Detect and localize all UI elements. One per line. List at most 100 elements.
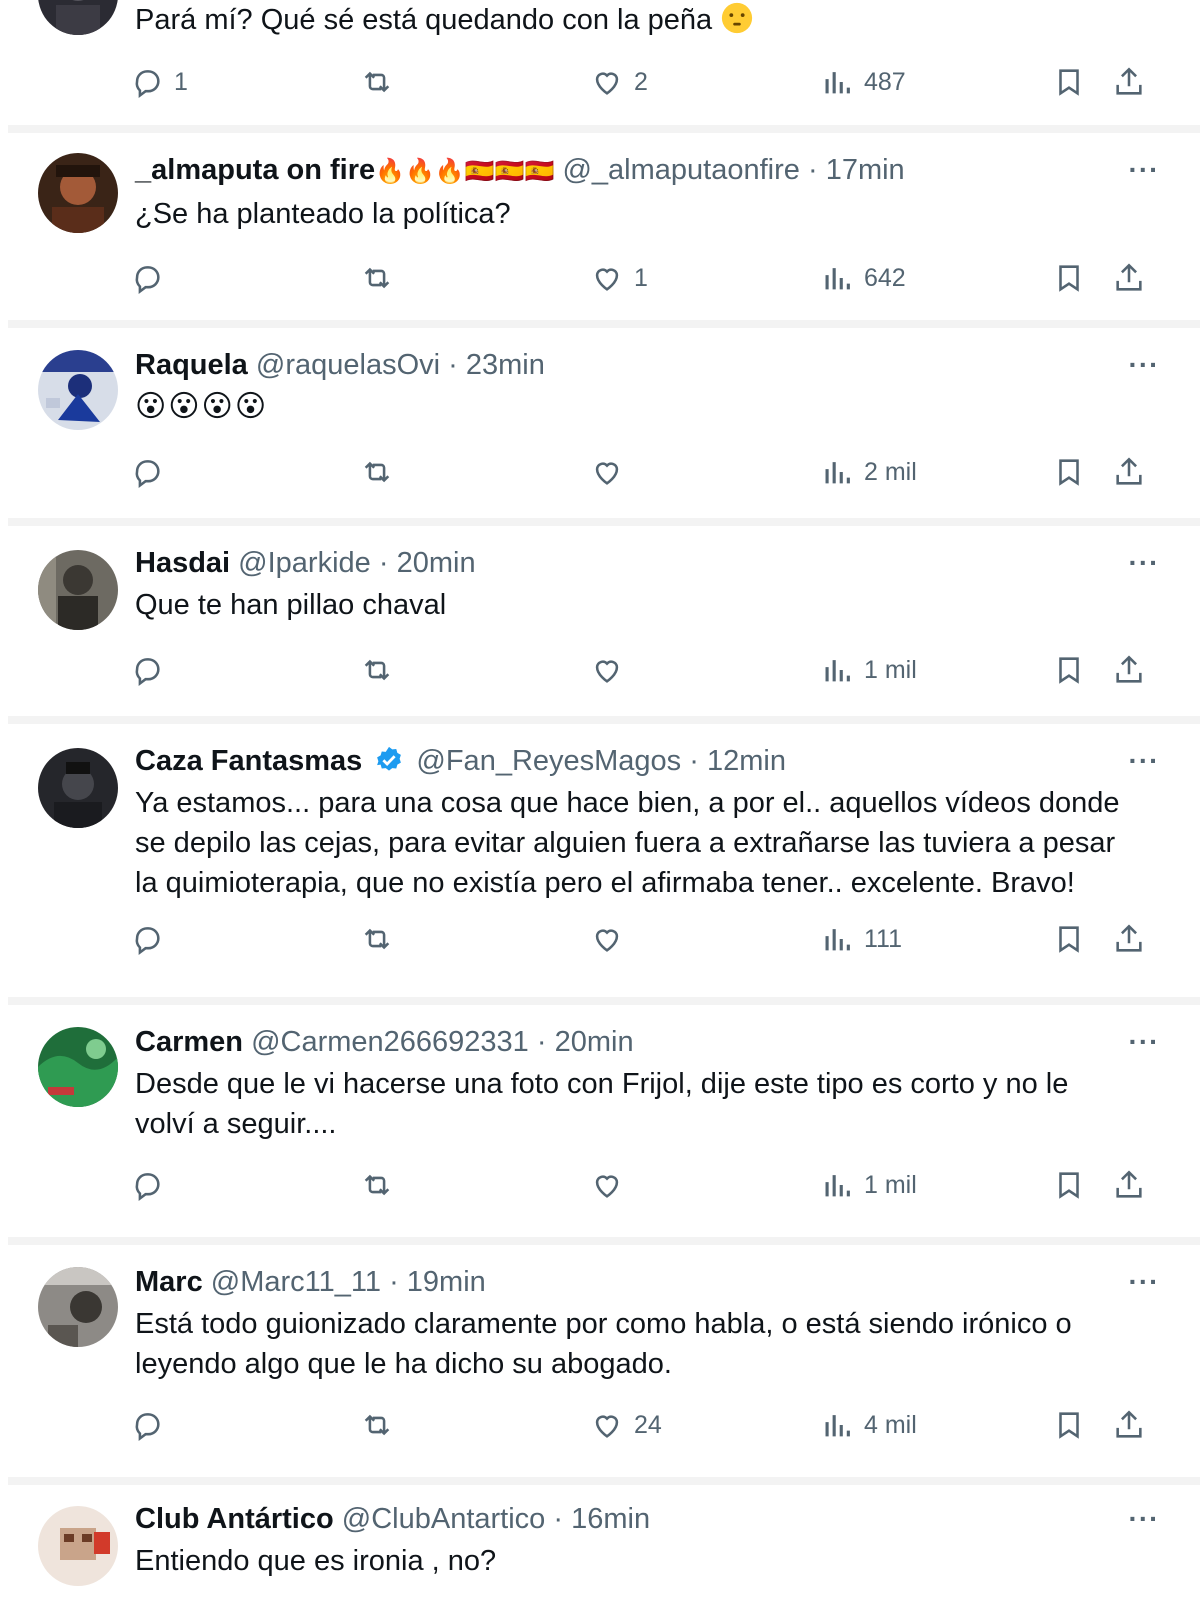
- bookmark-button[interactable]: [1052, 62, 1086, 102]
- more-options-button[interactable]: ···: [1124, 343, 1164, 387]
- share-icon: [1116, 924, 1142, 952]
- like-button[interactable]: [590, 650, 634, 690]
- retweet-button[interactable]: [360, 1165, 394, 1205]
- user-handle[interactable]: @ClubAntartico: [342, 1503, 546, 1535]
- separator-dot: ·: [536, 1026, 547, 1058]
- like-button[interactable]: 24: [590, 1405, 662, 1445]
- share-button[interactable]: [1112, 650, 1146, 690]
- user-handle[interactable]: @raquelasOvi: [256, 349, 440, 381]
- reply-post[interactable]: Marc @Marc11_11 · 19min ··· Está todo gu…: [0, 1245, 1200, 1477]
- bookmark-icon: [1059, 1172, 1079, 1199]
- reply-button[interactable]: [130, 919, 174, 959]
- post-time[interactable]: 20min: [555, 1026, 634, 1058]
- display-name[interactable]: Marc: [135, 1266, 203, 1298]
- reply-icon: [135, 266, 160, 295]
- reply-post[interactable]: Raquela @raquelasOvi · 23min ··· 😮😮😮😮 2 …: [0, 328, 1200, 518]
- heart-icon: [595, 462, 619, 485]
- reply-post[interactable]: Carmen @Carmen266692331 · 20min ··· Desd…: [0, 1005, 1200, 1237]
- post-time[interactable]: 17min: [826, 154, 905, 186]
- like-button[interactable]: [590, 452, 634, 492]
- avatar[interactable]: [38, 153, 118, 233]
- retweet-button[interactable]: [360, 650, 394, 690]
- retweet-button[interactable]: [360, 919, 394, 959]
- post-time[interactable]: 16min: [571, 1503, 650, 1535]
- display-name[interactable]: Caza Fantasmas: [135, 745, 362, 777]
- display-name[interactable]: Club Antártico: [135, 1503, 334, 1535]
- views-icon: [825, 72, 850, 94]
- post-text-line: Está todo guionizado claramente por como…: [135, 1308, 1072, 1340]
- post-time[interactable]: 23min: [466, 349, 545, 381]
- display-name[interactable]: Raquela: [135, 349, 248, 381]
- retweet-button[interactable]: [360, 1405, 394, 1445]
- user-handle[interactable]: @Iparkide: [238, 547, 371, 579]
- post-time[interactable]: 20min: [397, 547, 476, 579]
- bookmark-button[interactable]: [1052, 1165, 1086, 1205]
- bookmark-icon: [1059, 1412, 1079, 1439]
- share-button[interactable]: [1112, 919, 1146, 959]
- user-handle[interactable]: @Marc11_11: [211, 1266, 381, 1298]
- reply-button[interactable]: [130, 650, 174, 690]
- reply-post[interactable]: _almaputa on fire🔥🔥🔥🇪🇸🇪🇸🇪🇸 @_almaputaonf…: [0, 133, 1200, 320]
- views-button[interactable]: 2 mil: [820, 452, 917, 492]
- reply-post[interactable]: Pará mí? Qué sé está quedando con la peñ…: [0, 0, 1200, 125]
- reply-button[interactable]: [130, 258, 174, 298]
- avatar[interactable]: [38, 550, 118, 630]
- retweet-button[interactable]: [360, 452, 394, 492]
- share-button[interactable]: [1112, 1165, 1146, 1205]
- reply-post[interactable]: Club Antártico @ClubAntartico · 16min ··…: [0, 1485, 1200, 1600]
- user-handle[interactable]: @_almaputaonfire: [562, 154, 799, 186]
- post-text: Pará mí? Qué sé está quedando con la peñ…: [135, 0, 1160, 40]
- post-text: Desde que le vi hacerse una foto con Fri…: [135, 1064, 1160, 1144]
- display-name[interactable]: Hasdai: [135, 547, 230, 579]
- like-button[interactable]: [590, 1165, 634, 1205]
- retweet-icon: [364, 1414, 390, 1436]
- reply-button[interactable]: [130, 452, 174, 492]
- reply-button[interactable]: [130, 1165, 174, 1205]
- share-button[interactable]: [1112, 62, 1146, 102]
- user-handle[interactable]: @Carmen266692331: [251, 1026, 529, 1058]
- bookmark-button[interactable]: [1052, 919, 1086, 959]
- name-emojis: 🔥🔥🔥🇪🇸🇪🇸🇪🇸: [375, 158, 555, 185]
- reply-button[interactable]: [130, 1405, 174, 1445]
- more-options-button[interactable]: ···: [1124, 148, 1164, 192]
- share-button[interactable]: [1112, 1405, 1146, 1445]
- avatar[interactable]: [38, 1267, 118, 1347]
- views-button[interactable]: 487: [820, 62, 906, 102]
- like-button[interactable]: 1: [590, 258, 648, 298]
- avatar[interactable]: [38, 1027, 118, 1107]
- display-name[interactable]: _almaputa on fire: [135, 154, 375, 186]
- more-options-button[interactable]: ···: [1124, 1020, 1164, 1064]
- reply-post[interactable]: Hasdai @Iparkide · 20min ··· Que te han …: [0, 526, 1200, 716]
- share-button[interactable]: [1112, 258, 1146, 298]
- views-button[interactable]: 1 mil: [820, 1165, 917, 1205]
- more-options-button[interactable]: ···: [1124, 739, 1164, 783]
- bookmark-button[interactable]: [1052, 650, 1086, 690]
- retweet-button[interactable]: [360, 258, 394, 298]
- more-options-button[interactable]: ···: [1124, 541, 1164, 585]
- post-text-line: se depilo las cejas, para evitar alguien…: [135, 827, 1116, 859]
- retweet-button[interactable]: [360, 62, 394, 102]
- user-handle[interactable]: @Fan_ReyesMagos: [416, 745, 681, 777]
- share-icon: [1116, 655, 1142, 683]
- share-button[interactable]: [1112, 452, 1146, 492]
- avatar[interactable]: [38, 748, 118, 828]
- avatar[interactable]: [38, 350, 118, 430]
- bookmark-button[interactable]: [1052, 258, 1086, 298]
- views-button[interactable]: 1 mil: [820, 650, 917, 690]
- views-button[interactable]: 642: [820, 258, 906, 298]
- like-button[interactable]: [590, 919, 634, 959]
- reply-button[interactable]: 1: [130, 62, 188, 102]
- reply-post[interactable]: Caza Fantasmas @Fan_ReyesMagos · 12min ·…: [0, 724, 1200, 997]
- post-time[interactable]: 12min: [707, 745, 786, 777]
- like-button[interactable]: 2: [590, 62, 648, 102]
- more-options-button[interactable]: ···: [1124, 1497, 1164, 1541]
- avatar[interactable]: [38, 1506, 118, 1586]
- views-button[interactable]: 111: [820, 919, 902, 959]
- bookmark-button[interactable]: [1052, 452, 1086, 492]
- avatar[interactable]: [38, 0, 118, 35]
- more-options-button[interactable]: ···: [1124, 1260, 1164, 1304]
- bookmark-button[interactable]: [1052, 1405, 1086, 1445]
- display-name[interactable]: Carmen: [135, 1026, 243, 1058]
- post-time[interactable]: 19min: [407, 1266, 486, 1298]
- views-button[interactable]: 4 mil: [820, 1405, 917, 1445]
